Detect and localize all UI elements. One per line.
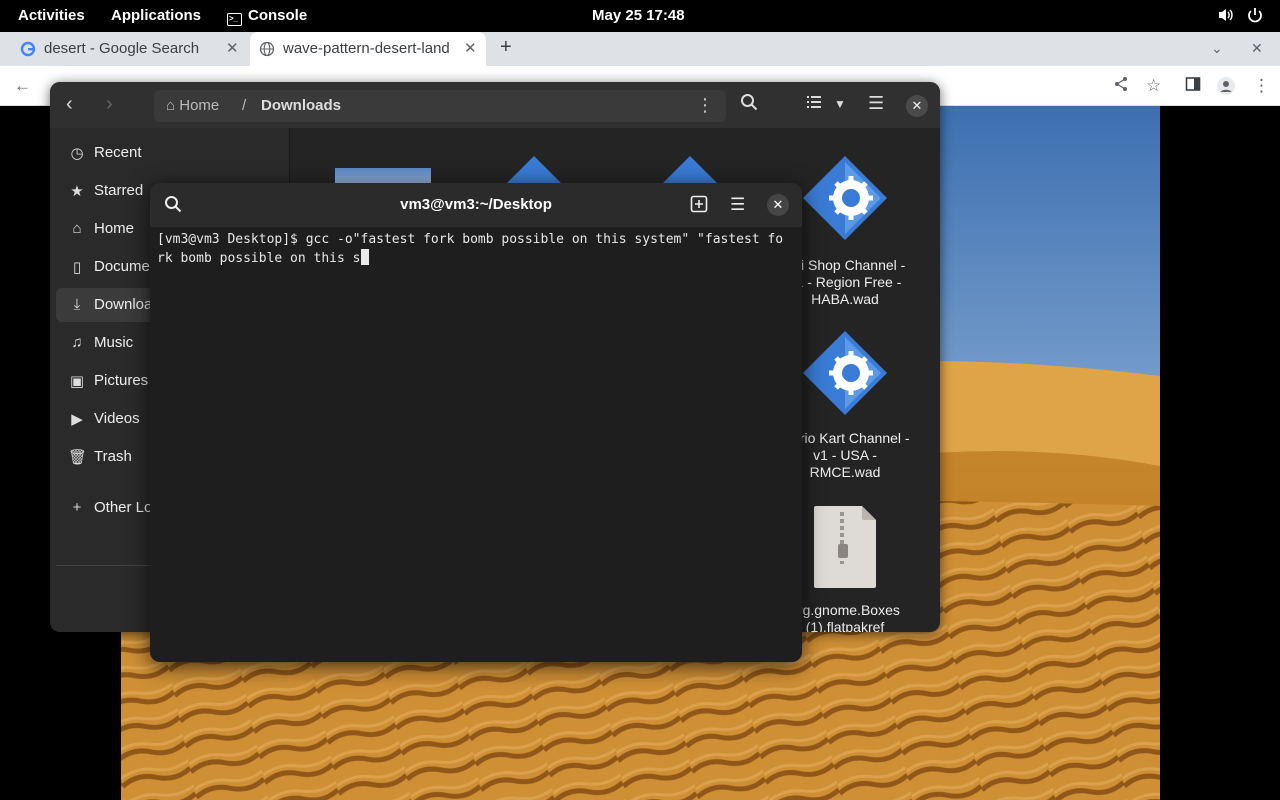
close-icon[interactable]: ✕ (767, 194, 789, 216)
file-name: Wii Shop Channel - v1 - Region Free - HA… (784, 257, 906, 307)
file-name: org.gnome.Boxes (1).flatpakref (790, 602, 900, 632)
desktop: Activities Applications >_ Console May 25… (0, 0, 1280, 800)
document-icon: ▯ (72, 259, 82, 276)
top-bar: Activities Applications >_ Console May 25… (0, 0, 1280, 32)
sidebar-item-recent[interactable]: ◷ Recent (56, 136, 284, 170)
tab-close-icon[interactable]: ✕ (464, 39, 477, 57)
terminal-output[interactable]: [vm3@vm3 Desktop]$ gcc -o"fastest fork b… (157, 231, 797, 268)
close-icon[interactable]: ✕ (906, 95, 928, 117)
new-tab-button[interactable]: + (500, 36, 512, 59)
sidebar-item-label: Recent (94, 144, 142, 161)
sidebar-item-label: Videos (94, 410, 140, 427)
forward-icon[interactable]: › (106, 93, 113, 116)
window-close-icon[interactable]: ✕ (1251, 40, 1263, 57)
tab-label: desert - Google Search (44, 40, 200, 57)
path-menu-icon[interactable]: ⋮ (696, 95, 714, 116)
activities-button[interactable]: Activities (18, 7, 85, 24)
list-view-icon[interactable] (805, 93, 823, 116)
tab-close-icon[interactable]: ✕ (226, 39, 239, 57)
terminal-line: rk bomb possible on this s (157, 249, 797, 268)
back-icon[interactable]: ← (14, 76, 31, 96)
volume-icon[interactable] (1217, 6, 1235, 28)
side-panel-icon[interactable] (1185, 76, 1201, 97)
profile-avatar-icon[interactable] (1216, 76, 1236, 101)
sidebar-item-label: Pictures (94, 372, 149, 389)
wad-package-icon[interactable] (801, 154, 889, 242)
path-separator: / (242, 97, 247, 114)
terminal-line-text: rk bomb possible on this s (157, 251, 361, 266)
sidebar-item-label: Home (94, 220, 135, 237)
home-icon: ⌂ (166, 97, 176, 114)
power-icon[interactable] (1246, 6, 1264, 28)
console-app-label: Console (248, 7, 308, 24)
tab-google-search[interactable]: desert - Google Search ✕ (0, 32, 248, 66)
files-headerbar: ‹ › ⌂ Home / Downloads ⋮ ▼ ☰ ✕ (50, 82, 940, 128)
path-current[interactable]: Downloads (261, 97, 341, 114)
sidebar-item-label: Music (94, 334, 134, 351)
new-tab-icon[interactable] (690, 195, 708, 218)
path-home-label: Home (179, 97, 220, 114)
bookmark-star-icon[interactable]: ☆ (1146, 76, 1161, 96)
video-icon: ▶ (71, 411, 83, 428)
globe-icon (259, 41, 275, 57)
back-icon[interactable]: ‹ (66, 93, 73, 116)
terminal-icon: >_ (227, 13, 242, 26)
more-menu-icon[interactable]: ⋮ (1253, 76, 1270, 96)
music-icon: ♫ (71, 334, 83, 351)
star-icon: ★ (70, 183, 84, 200)
browser-tab-strip: desert - Google Search ✕ wave-pattern-de… (0, 32, 1280, 66)
share-icon[interactable] (1113, 76, 1129, 97)
view-options-icon[interactable]: ▼ (834, 97, 846, 111)
sidebar-item-label: Starred (94, 182, 144, 199)
tab-search-icon[interactable]: ⌄ (1211, 40, 1223, 57)
tab-wave-pattern[interactable]: wave-pattern-desert-land ✕ (250, 32, 486, 66)
terminal-window: vm3@vm3:~/Desktop ☰ ✕ [vm3@vm3 Desktop]$… (150, 183, 802, 662)
home-icon: ⌂ (72, 220, 82, 237)
archive-file-icon[interactable] (812, 504, 878, 590)
wad-package-icon[interactable] (801, 329, 889, 417)
terminal-headerbar: vm3@vm3:~/Desktop ☰ ✕ (150, 183, 802, 227)
search-icon[interactable] (740, 93, 758, 116)
applications-menu[interactable]: Applications (111, 7, 201, 24)
plus-icon: + (72, 499, 82, 516)
google-icon (20, 41, 36, 57)
hamburger-menu-icon[interactable]: ☰ (868, 93, 884, 114)
terminal-line: [vm3@vm3 Desktop]$ gcc -o"fastest fork b… (157, 232, 784, 247)
trash-icon: 🗑 (68, 449, 88, 466)
picture-icon: ▣ (69, 373, 85, 390)
terminal-cursor (360, 249, 369, 265)
sidebar-item-label: Trash (94, 448, 132, 465)
clock-icon: ◷ (70, 145, 84, 162)
tab-label: wave-pattern-desert-land (283, 40, 450, 57)
download-icon: ⤓ (73, 296, 81, 313)
hamburger-menu-icon[interactable]: ☰ (730, 195, 745, 215)
clock[interactable]: May 25 17:48 (592, 7, 685, 24)
path-home[interactable]: ⌂ Home (166, 97, 219, 114)
path-bar: ⌂ Home / Downloads ⋮ (154, 90, 726, 122)
console-app-menu[interactable]: >_ Console (227, 7, 307, 26)
